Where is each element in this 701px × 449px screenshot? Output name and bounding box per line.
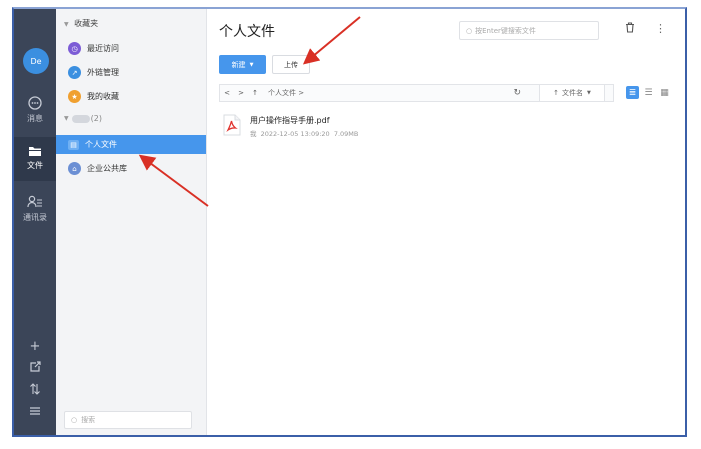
file-name: 用户操作指导手册.pdf bbox=[250, 116, 330, 125]
search-icon: ○ bbox=[71, 416, 78, 424]
file-meta: 我 2022-12-05 13:09:20 7.09MB bbox=[250, 128, 358, 138]
chevron-down-icon: ▼ bbox=[249, 61, 254, 68]
breadcrumb[interactable]: 个人文件 > bbox=[268, 88, 304, 98]
rail-item-label: 消息 bbox=[27, 114, 43, 123]
sidebar-item-label: 最近访问 bbox=[87, 44, 119, 53]
file-modified: 2022-12-05 13:09:20 bbox=[260, 130, 330, 138]
up-icon[interactable]: ↑ bbox=[248, 89, 262, 97]
grid-view-icon[interactable]: ▦ bbox=[658, 86, 671, 99]
export-icon[interactable] bbox=[14, 361, 56, 377]
favorites-header[interactable]: ▼ 收藏夹 bbox=[64, 18, 98, 29]
menu-icon[interactable] bbox=[14, 405, 56, 421]
plus-icon[interactable]: + bbox=[14, 339, 56, 354]
refresh-icon[interactable]: ↻ bbox=[513, 88, 521, 98]
rail-item-label: 通讯录 bbox=[23, 213, 47, 222]
sidebar-item-label: 企业公共库 bbox=[87, 164, 127, 173]
app-window: De 消息 文件 通讯录 + ▼ 收藏夹 ◷ 最近访问 ↗ 外链管理 ★ 我的收… bbox=[12, 7, 687, 437]
trash-icon[interactable] bbox=[625, 22, 635, 36]
file-size: 7.09MB bbox=[333, 130, 359, 138]
sort-icon[interactable] bbox=[14, 383, 56, 399]
sidebar-search-input[interactable]: ○ 搜索 bbox=[64, 411, 192, 429]
sidebar: ▼ 收藏夹 ◷ 最近访问 ↗ 外链管理 ★ 我的收藏 ▼ (2) ▤ 个人文件 … bbox=[56, 9, 207, 435]
favorites-header-label: 收藏夹 bbox=[74, 19, 99, 28]
file-search-input[interactable]: ○ 按Enter键搜索文件 bbox=[459, 21, 599, 40]
nav-rail: De 消息 文件 通讯录 + bbox=[14, 9, 56, 435]
list-view-icon[interactable]: ☰ bbox=[642, 86, 655, 99]
page-title: 个人文件 bbox=[219, 24, 275, 40]
contacts-icon bbox=[27, 195, 42, 208]
new-button[interactable]: 新建 ▼ bbox=[219, 55, 266, 74]
file-row[interactable]: 用户操作指导手册.pdf 我 2022-12-05 13:09:20 7.09M… bbox=[219, 112, 679, 142]
chat-icon bbox=[28, 96, 42, 110]
rail-item-messages[interactable]: 消息 bbox=[14, 92, 56, 126]
sidebar-item-links[interactable]: ↗ 外链管理 bbox=[56, 63, 206, 82]
avatar[interactable]: De bbox=[23, 48, 49, 74]
folder-icon bbox=[29, 147, 41, 156]
more-icon[interactable]: ⋮ bbox=[655, 22, 666, 35]
sidebar-item-recent[interactable]: ◷ 最近访问 bbox=[56, 39, 206, 58]
sort-dropdown[interactable]: ↑ 文件名 ▼ bbox=[539, 84, 605, 102]
star-icon: ★ bbox=[68, 90, 81, 103]
sidebar-item-personal-files[interactable]: ▤ 个人文件 bbox=[56, 135, 206, 154]
clock-icon: ◷ bbox=[68, 42, 81, 55]
pdf-file-icon bbox=[223, 114, 241, 136]
rail-item-label: 文件 bbox=[27, 161, 43, 170]
back-icon[interactable]: < bbox=[220, 89, 234, 97]
sidebar-item-label: 个人文件 bbox=[85, 140, 117, 149]
group-header-count: (2) bbox=[90, 114, 102, 123]
sidebar-item-enterprise-library[interactable]: ⌂ 企业公共库 bbox=[56, 159, 206, 178]
chevron-down-icon: ▼ bbox=[64, 115, 69, 122]
forward-icon[interactable]: > bbox=[234, 89, 248, 97]
blurred-group-name bbox=[71, 114, 90, 123]
sidebar-item-favorites[interactable]: ★ 我的收藏 bbox=[56, 87, 206, 106]
rail-item-contacts[interactable]: 通讯录 bbox=[14, 195, 56, 229]
rail-item-files[interactable]: 文件 bbox=[14, 137, 56, 181]
file-owner: 我 bbox=[250, 130, 257, 138]
enterprise-library-icon: ⌂ bbox=[68, 162, 81, 175]
sidebar-item-label: 外链管理 bbox=[87, 68, 119, 77]
sidebar-item-label: 我的收藏 bbox=[87, 92, 119, 101]
chevron-down-icon: ▼ bbox=[64, 21, 69, 28]
chevron-down-icon: ▼ bbox=[587, 90, 591, 96]
file-search-placeholder: 按Enter键搜索文件 bbox=[475, 26, 536, 35]
main-panel: 个人文件 ○ 按Enter键搜索文件 ⋮ 新建 ▼ 上传 < > ↑ 个人文件 … bbox=[207, 9, 685, 435]
sort-label: 文件名 bbox=[562, 89, 583, 97]
sort-asc-icon: ↑ bbox=[553, 89, 559, 97]
group-header[interactable]: ▼ (2) bbox=[64, 114, 102, 123]
search-icon: ○ bbox=[466, 26, 473, 35]
upload-button[interactable]: 上传 bbox=[272, 55, 310, 74]
sidebar-search-placeholder: 搜索 bbox=[81, 416, 96, 424]
detail-view-icon[interactable]: ≣ bbox=[626, 86, 639, 99]
new-button-label: 新建 bbox=[231, 60, 246, 69]
link-icon: ↗ bbox=[68, 66, 81, 79]
person-folder-icon: ▤ bbox=[68, 139, 79, 150]
